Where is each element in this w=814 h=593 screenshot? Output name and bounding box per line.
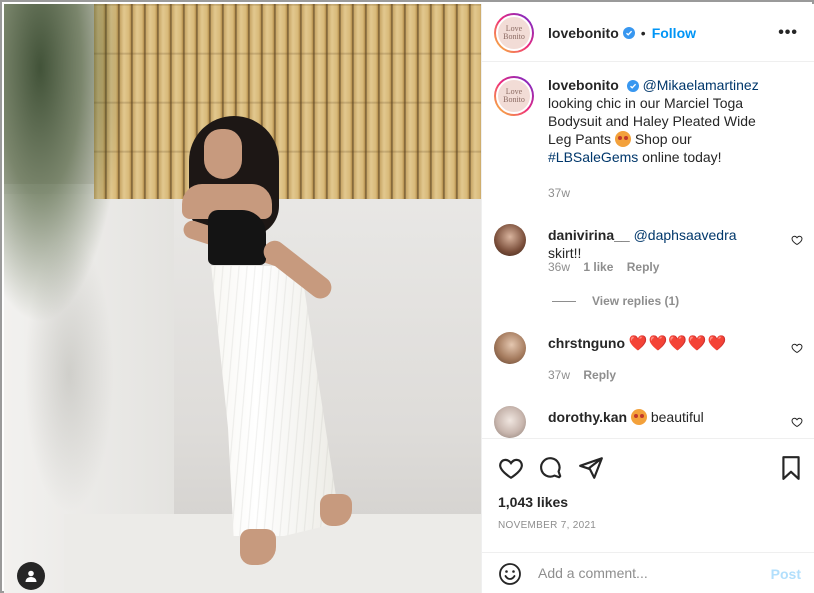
comment-username[interactable]: dorothy.kan: [548, 409, 627, 425]
action-bar: [482, 438, 814, 480]
comment-meta: 36w 1 like Reply: [548, 260, 669, 274]
post-photo[interactable]: [4, 4, 481, 593]
add-comment-input[interactable]: [538, 565, 758, 581]
comment-mention[interactable]: @daphsaavedra: [634, 227, 737, 243]
comment-text: chrstnguno ❤️❤️❤️❤️❤️: [548, 334, 773, 353]
comment-like-heart-icon[interactable]: [791, 234, 803, 246]
comment-avatar[interactable]: [494, 332, 526, 364]
post-comment-button[interactable]: Post: [771, 566, 801, 582]
account-username[interactable]: lovebonito: [548, 25, 619, 41]
comment-like-heart-icon[interactable]: [791, 416, 803, 428]
account-avatar[interactable]: Love Bonito: [494, 12, 534, 53]
view-replies[interactable]: View replies (1): [552, 294, 689, 308]
caption-username[interactable]: lovebonito: [548, 77, 619, 93]
add-comment-bar: Post: [482, 552, 814, 593]
comment-avatar[interactable]: [494, 406, 526, 438]
avatar-logo: Love Bonito: [496, 14, 532, 51]
photo-model-face: [204, 129, 242, 179]
verified-badge-icon: [622, 26, 635, 39]
share-icon[interactable]: [578, 455, 604, 481]
star-eyes-emoji-icon: [630, 409, 647, 425]
comment-body: skirt!!: [548, 245, 582, 261]
photo-model-bodysuit: [208, 210, 266, 265]
comment-time[interactable]: 37w: [548, 368, 570, 382]
photo-bamboo-knots: [94, 4, 481, 199]
heart-icon[interactable]: [498, 455, 524, 481]
emoji-icon[interactable]: [498, 562, 522, 586]
bookmark-icon[interactable]: [778, 455, 804, 481]
post-details-panel: Love Bonito lovebonito • Follow ••• Love…: [481, 4, 814, 593]
caption-hashtag[interactable]: #LBSaleGems: [548, 149, 638, 165]
follow-button[interactable]: Follow: [652, 25, 696, 41]
comment-body: ❤️❤️❤️❤️❤️: [628, 335, 728, 352]
caption-body-3: online today!: [642, 149, 722, 165]
comment-body: beautiful: [650, 409, 704, 425]
post-header: Love Bonito lovebonito • Follow: [482, 4, 814, 62]
comment-reply-button[interactable]: Reply: [583, 368, 616, 382]
view-replies-label[interactable]: View replies (1): [592, 294, 679, 308]
comment-time[interactable]: 36w: [548, 260, 570, 274]
post-modal: Love Bonito lovebonito • Follow ••• Love…: [0, 0, 814, 593]
caption-body-2: Shop our: [634, 131, 692, 147]
user-tag-button[interactable]: [17, 562, 45, 590]
comment-username[interactable]: chrstnguno: [548, 335, 625, 351]
comment-avatar[interactable]: [494, 224, 526, 256]
photo-model-foot-raised: [320, 494, 352, 526]
comment-reply-button[interactable]: Reply: [627, 260, 660, 274]
comment-meta: 37w Reply: [548, 368, 626, 382]
comment-like-count[interactable]: 1 like: [583, 260, 613, 274]
header-separator: •: [640, 24, 646, 41]
comment-icon[interactable]: [538, 455, 564, 481]
caption-text: lovebonito @Mikaelamartinez looking chic…: [548, 76, 773, 166]
comment-text: dorothy.kan beautiful: [548, 408, 773, 426]
caption-verified-icon: [626, 80, 639, 92]
comment-like-heart-icon[interactable]: [791, 342, 803, 354]
caption-avatar[interactable]: Love Bonito: [494, 76, 534, 116]
comments-list[interactable]: Love Bonito lovebonito @Mikaelamartinez …: [482, 62, 814, 438]
caption-mention[interactable]: @Mikaelamartinez: [643, 77, 759, 93]
photo-leaf-shadow: [24, 234, 114, 514]
comment-username[interactable]: danivirina__: [548, 227, 630, 243]
like-count[interactable]: 1,043 likes: [498, 494, 568, 510]
comment-text: danivirina__ @daphsaavedra skirt!!: [548, 226, 773, 262]
star-eyes-emoji-icon: [614, 131, 631, 147]
more-options-icon[interactable]: •••: [778, 24, 798, 42]
post-date: NOVEMBER 7, 2021: [498, 520, 597, 531]
view-replies-line: [552, 301, 576, 303]
caption-meta: 37w: [548, 186, 580, 200]
caption-time[interactable]: 37w: [548, 186, 570, 200]
photo-model-foot: [240, 529, 276, 565]
user-tag-icon: [25, 570, 37, 582]
caption-avatar-logo: Love Bonito: [496, 78, 532, 114]
